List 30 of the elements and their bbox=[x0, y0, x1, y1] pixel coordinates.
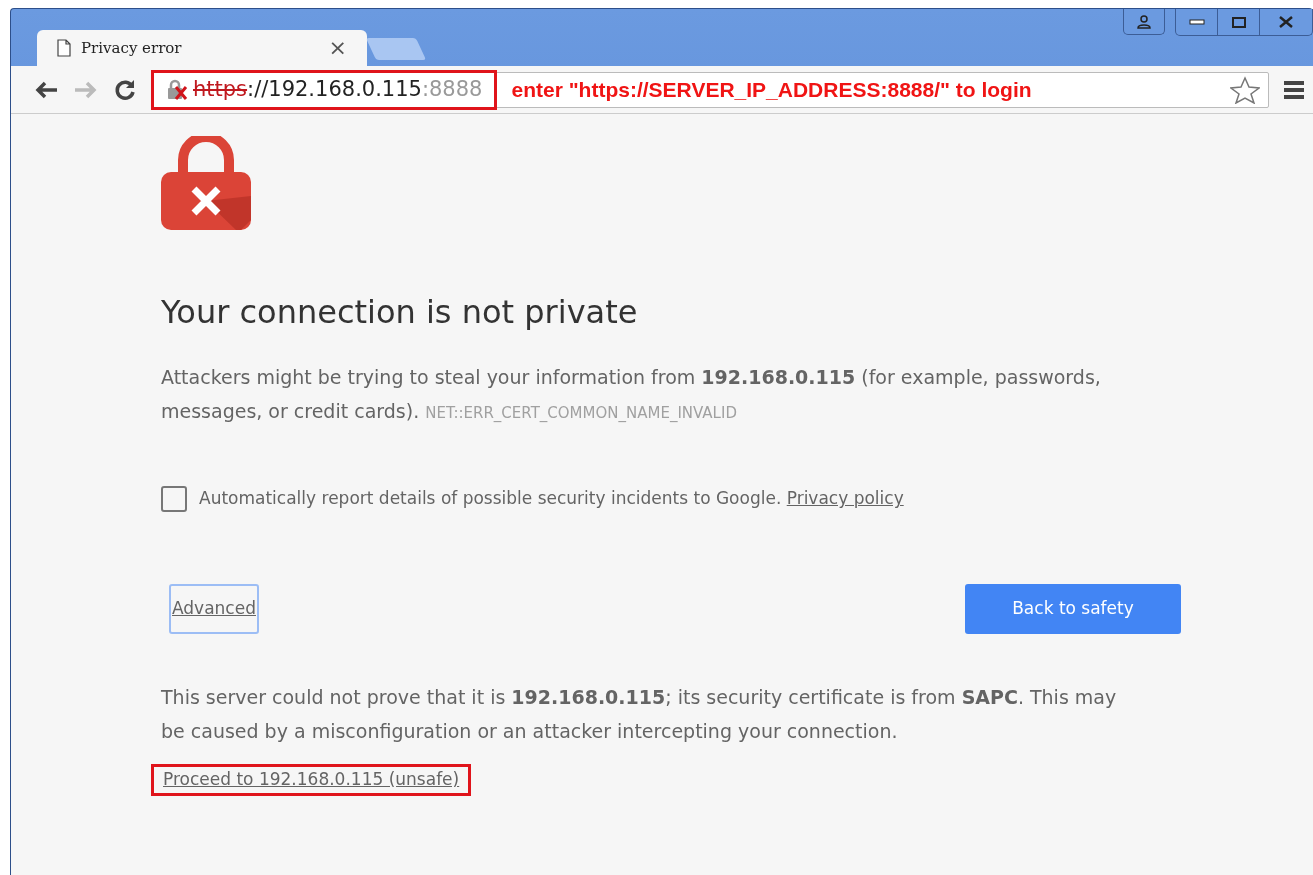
person-icon bbox=[1136, 14, 1152, 29]
minimize-icon bbox=[1188, 19, 1205, 25]
page-heading: Your connection is not private bbox=[161, 292, 639, 333]
restore-icon bbox=[1230, 15, 1247, 29]
menu-icon[interactable] bbox=[1283, 79, 1305, 100]
tab-title: Privacy error bbox=[81, 37, 183, 59]
warning-message: Attackers might be trying to steal your information from 192.168.0.115 (for example, passwords, messages, or credit cards). NET::ERR_CERT_COMMON_NAME_INVALID bbox=[161, 365, 1102, 424]
reload-icon[interactable] bbox=[113, 77, 137, 102]
address-bar[interactable]: https://192.168.0.115:8888 enter "https://SERVER_IP_ADDRESS:8888/" to login bbox=[151, 71, 1269, 108]
checkbox[interactable] bbox=[161, 486, 187, 512]
close-tab-button[interactable]: × bbox=[328, 37, 347, 59]
url-scheme: https bbox=[193, 76, 248, 101]
broken-lock-icon bbox=[161, 136, 251, 230]
url-port: :8888 bbox=[421, 76, 483, 101]
advanced-link[interactable]: Advanced bbox=[169, 584, 259, 634]
error-code: NET::ERR_CERT_COMMON_NAME_INVALID bbox=[425, 404, 737, 422]
annotation-text: enter "https://SERVER_IP_ADDRESS:8888/" to login bbox=[511, 76, 1033, 103]
url-host: ://192.168.0.115 bbox=[247, 76, 422, 101]
proceed-link[interactable]: Proceed to 192.168.0.115 (unsafe) bbox=[151, 764, 472, 796]
browser-tab[interactable]: Privacy error × bbox=[37, 30, 367, 66]
new-tab-button[interactable] bbox=[365, 38, 427, 60]
close-icon bbox=[1278, 16, 1294, 28]
star-icon[interactable] bbox=[1230, 75, 1260, 104]
details-message: This server could not prove that it is 192.168.0.115; its security certificate is from SAPC. This may be caused by a misconfiguration or an attacker intercepting your connection. bbox=[161, 685, 1118, 744]
privacy-policy-link[interactable]: Privacy policy bbox=[786, 488, 904, 509]
back-to-safety-button[interactable]: Back to safety bbox=[965, 584, 1181, 634]
back-icon[interactable] bbox=[33, 79, 59, 100]
page-icon bbox=[57, 39, 71, 57]
checkbox-label: Automatically report details of possible security incidents to Google. bbox=[199, 488, 782, 509]
user-button[interactable] bbox=[1123, 9, 1165, 35]
